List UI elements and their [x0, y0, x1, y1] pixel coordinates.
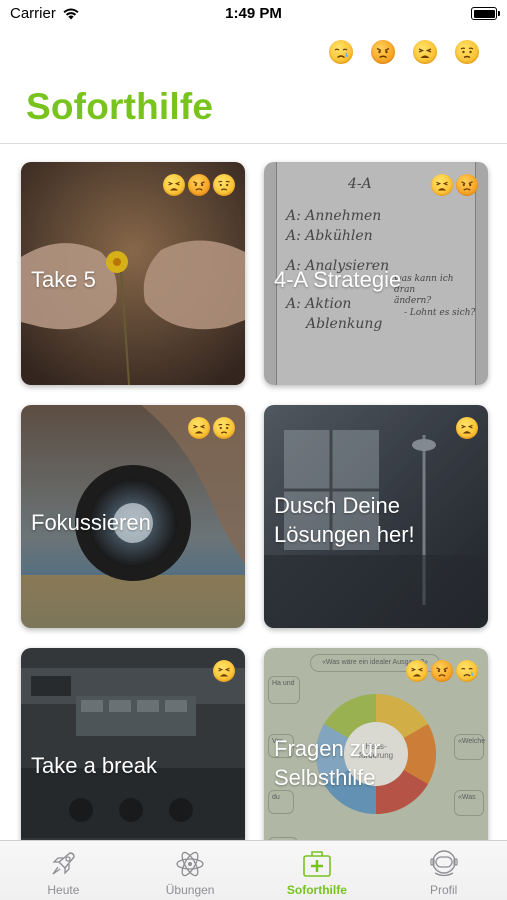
rocket-icon: [52, 852, 76, 875]
card-take-a-break[interactable]: Take a break: [21, 648, 245, 840]
tab-label: Heute: [47, 883, 80, 897]
card-dusch[interactable]: Dusch Deine Lösungen her!: [264, 405, 488, 628]
tired-face-icon: [413, 40, 437, 64]
card-title: Take 5: [31, 267, 96, 292]
atom-icon: [176, 851, 204, 877]
card-title: Fragen zur Selbsthilfe: [274, 736, 381, 790]
worried-face-icon: [213, 417, 235, 439]
card-fokussieren[interactable]: Fokussieren: [21, 405, 245, 628]
tab-label: Profil: [429, 883, 458, 897]
card-title: Take a break: [31, 753, 157, 778]
astronaut-helmet-icon: [430, 850, 458, 877]
mood-filter-crying[interactable]: [327, 38, 355, 66]
angry-face-icon: [456, 174, 478, 196]
mood-filter-worried[interactable]: [453, 38, 481, 66]
tired-face-icon: [406, 660, 428, 682]
worried-face-icon: [455, 40, 479, 64]
mood-filter-tired[interactable]: [411, 38, 439, 66]
tired-face-icon: [213, 660, 235, 682]
card-mood-tags: [163, 174, 235, 196]
tab-heute[interactable]: Heute: [0, 841, 127, 900]
angry-face-icon: [188, 174, 210, 196]
angry-face-icon: [431, 660, 453, 682]
card-fragen-zur-selbsthilfe[interactable]: «Was wäre ein idealer Ausgang?» Ha und V…: [264, 648, 488, 840]
tab-uebungen[interactable]: Übungen: [127, 841, 254, 900]
mood-filter: [327, 38, 481, 66]
tab-bar: Heute Übungen Soforthilfe Profil: [0, 840, 507, 900]
angry-face-icon: [371, 40, 395, 64]
card-4a-strategie[interactable]: 4-A A: Annehmen A: Abkühlen A: Analysier…: [264, 162, 488, 385]
tab-label: Soforthilfe: [286, 883, 347, 897]
tired-face-icon: [456, 417, 478, 439]
card-mood-tags: [188, 417, 235, 439]
battery-icon: [471, 7, 500, 20]
card-take-5[interactable]: Take 5: [21, 162, 245, 385]
tired-face-icon: [188, 417, 210, 439]
card-mood-tags: [406, 660, 478, 682]
card-mood-tags: [456, 417, 478, 439]
worried-face-icon: [213, 174, 235, 196]
tab-profil[interactable]: Profil: [380, 841, 507, 900]
tired-face-icon: [163, 174, 185, 196]
card-title: Fokussieren: [31, 510, 151, 535]
crying-face-icon: [456, 660, 478, 682]
page-title: Soforthilfe: [26, 86, 214, 127]
card-overlay: [21, 648, 245, 840]
first-aid-kit-icon: [303, 851, 331, 877]
exercise-grid: Take 5 4-A A: Annehmen A: Abkühlen A: An…: [0, 144, 507, 840]
tab-label: Übungen: [165, 883, 215, 897]
card-mood-tags: [213, 660, 235, 682]
mood-filter-angry[interactable]: [369, 38, 397, 66]
card-mood-tags: [431, 174, 478, 196]
tired-face-icon: [431, 174, 453, 196]
card-title: Dusch Deine Lösungen her!: [274, 493, 415, 547]
status-time: 1:49 PM: [225, 5, 282, 22]
crying-face-icon: [329, 40, 353, 64]
status-bar: Carrier 1:49 PM: [0, 0, 507, 30]
card-title: 4-A Strategie: [274, 267, 402, 292]
tab-soforthilfe[interactable]: Soforthilfe: [254, 841, 381, 900]
